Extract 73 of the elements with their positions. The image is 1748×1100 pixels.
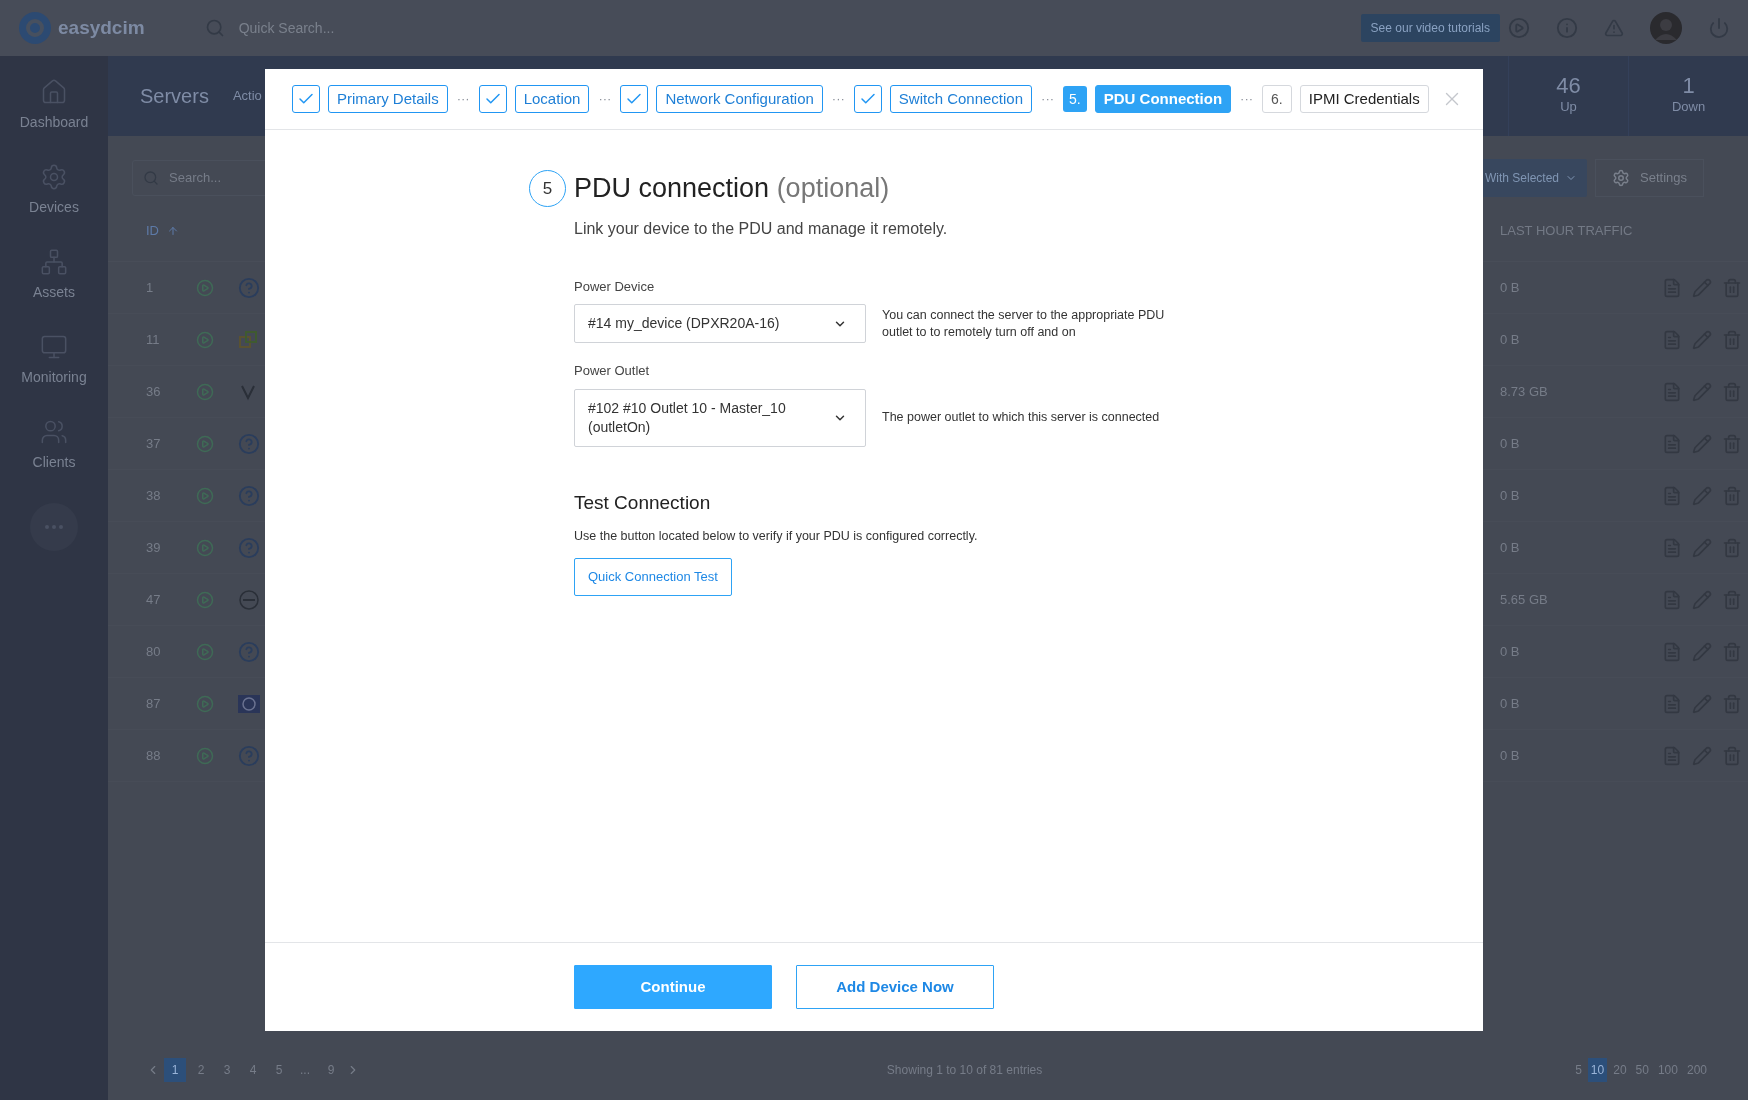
add-device-button[interactable]: Add Device Now bbox=[796, 965, 994, 1009]
step-number: 5. bbox=[1063, 86, 1087, 112]
section-heading: Test Connection bbox=[574, 490, 712, 515]
step-tab[interactable]: Location bbox=[514, 85, 590, 113]
play-icon[interactable] bbox=[196, 486, 214, 505]
step-tab[interactable]: IPMI Credentials bbox=[1299, 85, 1429, 113]
step-separator: ··· bbox=[1239, 90, 1255, 109]
vendor-logo-icon bbox=[238, 694, 260, 713]
stat-value: 1 bbox=[1682, 75, 1695, 98]
logo-text: easydcim bbox=[58, 15, 145, 40]
column-header[interactable]: ID bbox=[146, 220, 159, 241]
gear-icon bbox=[1612, 169, 1630, 187]
more-button[interactable] bbox=[30, 503, 78, 551]
continue-button[interactable]: Continue bbox=[574, 965, 772, 1009]
logo-icon bbox=[18, 11, 52, 45]
tutorial-button[interactable]: See our video tutorials bbox=[1360, 14, 1500, 42]
quick-test-button[interactable]: Quick Connection Test bbox=[574, 557, 732, 596]
step-tab[interactable]: PDU Connection bbox=[1094, 85, 1232, 113]
sort-icon bbox=[167, 224, 179, 237]
home-icon bbox=[40, 78, 68, 106]
play-icon[interactable] bbox=[196, 382, 214, 401]
stat-value: 46 bbox=[1556, 75, 1581, 98]
sidebar-item[interactable]: Monitoring bbox=[21, 333, 87, 388]
play-icon[interactable] bbox=[196, 746, 214, 765]
step-separator: ··· bbox=[1040, 90, 1056, 109]
step-separator: ··· bbox=[597, 90, 613, 109]
step-tab[interactable]: Primary Details bbox=[328, 85, 448, 113]
avatar[interactable] bbox=[1650, 12, 1682, 44]
page-button[interactable]: 1 bbox=[164, 1058, 186, 1082]
step-separator: ··· bbox=[830, 90, 846, 109]
question-icon bbox=[238, 276, 260, 299]
field-label: Power Outlet bbox=[574, 362, 651, 380]
step-separator: ··· bbox=[455, 90, 471, 109]
page-title: Servers bbox=[140, 84, 209, 109]
sidebar-item[interactable]: Devices bbox=[29, 163, 79, 218]
play-icon[interactable] bbox=[196, 278, 214, 297]
step-tab[interactable]: Network Configuration bbox=[656, 85, 823, 113]
monitor-icon bbox=[40, 333, 68, 361]
sidebar-item[interactable]: Assets bbox=[33, 248, 75, 303]
vendor-logo-icon bbox=[238, 588, 260, 611]
field-help: The power outlet to which this server is connected bbox=[882, 409, 1161, 426]
page-button[interactable]: ... bbox=[294, 1058, 316, 1082]
question-icon bbox=[238, 432, 260, 455]
actions-label: Actio bbox=[232, 87, 262, 106]
field-label: Power Device bbox=[574, 277, 656, 296]
play-icon[interactable] bbox=[196, 590, 214, 609]
section-description: Use the button located below to verify if your PDU is configured correctly. bbox=[574, 528, 979, 545]
sidebar-item[interactable]: Dashboard bbox=[19, 78, 89, 133]
hierarchy-icon bbox=[40, 248, 68, 276]
question-icon bbox=[238, 484, 260, 507]
settings-button[interactable]: Settings bbox=[1595, 159, 1704, 197]
select-field[interactable]: #14 my_device (DPXR20A-16) bbox=[574, 304, 866, 343]
sidebar-item[interactable]: Clients bbox=[32, 418, 76, 473]
field-help: You can connect the server to the appropriate PDU outlet to to remotely turn off and on bbox=[882, 306, 1166, 341]
step-number: 6. bbox=[1262, 85, 1292, 113]
play-icon[interactable] bbox=[196, 642, 214, 661]
stat-label: Down bbox=[1671, 98, 1706, 117]
play-icon[interactable] bbox=[196, 434, 214, 453]
stat-label: Up bbox=[1560, 98, 1577, 117]
play-icon[interactable] bbox=[196, 538, 214, 557]
step-tab[interactable]: Switch Connection bbox=[889, 85, 1033, 113]
question-icon bbox=[238, 744, 260, 767]
play-icon[interactable] bbox=[196, 330, 214, 349]
step-description: Link your device to the PDU and manage it remotely. bbox=[574, 218, 949, 239]
vendor-logo-icon bbox=[238, 329, 258, 350]
select-field[interactable]: #102 #10 Outlet 10 - Master_10 (outletOn) bbox=[574, 388, 866, 447]
users-icon bbox=[40, 418, 68, 446]
page-size-button[interactable]: 10 bbox=[1587, 1058, 1608, 1082]
gear-icon bbox=[40, 163, 68, 191]
step-title: PDU connection (optional) bbox=[574, 172, 890, 205]
question-icon bbox=[238, 536, 260, 559]
question-icon bbox=[238, 640, 260, 663]
play-icon[interactable] bbox=[196, 694, 214, 713]
